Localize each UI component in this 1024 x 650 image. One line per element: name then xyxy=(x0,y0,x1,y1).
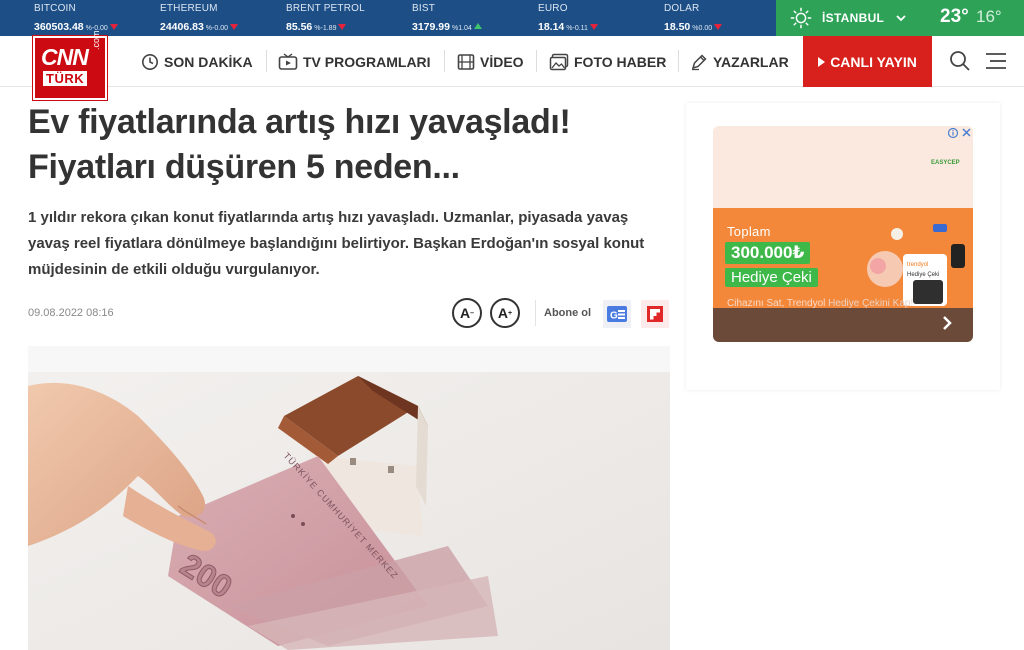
photo-icon xyxy=(549,53,569,70)
divider xyxy=(535,300,536,326)
nav-label: TV PROGRAMLARI xyxy=(303,53,431,70)
ticker-name: EURO xyxy=(538,3,568,14)
ticker-item-brent[interactable]: BRENT PETROL 85.56 %-1.89 xyxy=(252,0,378,36)
weather-city: İSTANBUL xyxy=(822,11,885,25)
minus-icon: – xyxy=(470,309,475,317)
ad-choices-icon[interactable] xyxy=(947,127,973,139)
article-date: 09.08.2022 08:16 xyxy=(28,307,114,319)
ad-banner[interactable]: EASYCEP Toplam 300.000₺ Hediye Çeki tren… xyxy=(713,126,973,342)
ticker-item-bitcoin[interactable]: BITCOIN 360503.48 %-0.00 xyxy=(0,0,126,36)
flipboard-icon xyxy=(647,306,663,322)
ad-amount: 300.000₺ xyxy=(725,242,811,264)
nav-yazarlar[interactable]: YAZARLAR xyxy=(690,36,789,87)
ticker-change: %0.00 xyxy=(692,25,713,32)
cnnturk-logo[interactable]: CNN TÜRK .com xyxy=(33,30,107,100)
nav-son-dakika[interactable]: SON DAKİKA xyxy=(141,36,253,87)
flipboard-button[interactable] xyxy=(641,300,669,328)
font-increase-button[interactable]: A + xyxy=(490,298,520,328)
nav-foto-haber[interactable]: FOTO HABER xyxy=(549,36,666,87)
sun-icon xyxy=(790,7,812,29)
subscribe-label: Abone ol xyxy=(544,307,592,319)
arrow-down-icon xyxy=(714,24,723,30)
ticker-value: 3179.99 xyxy=(412,21,450,33)
ticker-name: BITCOIN xyxy=(34,3,76,14)
logo-turk: TÜRK xyxy=(43,71,88,86)
ticker-value: 360503.48 xyxy=(34,21,84,33)
logo-cnn: CNN xyxy=(41,44,89,70)
play-icon xyxy=(818,56,826,67)
ticker-value: 24406.83 xyxy=(160,21,204,33)
nav-tv-programlari[interactable]: TV PROGRAMLARI xyxy=(278,36,431,87)
nav-divider xyxy=(444,50,445,72)
plus-icon: + xyxy=(508,309,513,317)
film-icon xyxy=(457,53,475,70)
ticker-change: %-1.89 xyxy=(314,25,337,32)
ticker-value: 18.50 xyxy=(664,21,691,33)
font-decrease-button[interactable]: A – xyxy=(452,298,482,328)
live-broadcast-button[interactable]: CANLI YAYIN xyxy=(803,36,932,87)
weather-temp-high: 23° xyxy=(940,6,969,27)
ad-mini-gift: Hediye Çeki xyxy=(907,272,939,278)
pen-icon xyxy=(691,53,707,70)
nav-divider xyxy=(678,50,679,72)
nav-label: VİDEO xyxy=(480,53,524,70)
nav-divider xyxy=(536,50,537,72)
ticker-item-euro[interactable]: EURO 18.14 %-0.11 xyxy=(504,0,630,36)
ad-gift-label: Hediye Çeki xyxy=(725,268,818,287)
ticker-value: 18.14 xyxy=(538,21,565,33)
article-image: TÜRKİYE CUMHURİYET MERKEZ 200 xyxy=(28,346,670,650)
arrow-down-icon xyxy=(589,24,598,30)
article-title: Ev fiyatlarında artış hızı yavaşladı! Fi… xyxy=(28,103,571,186)
ticker-name: BRENT PETROL xyxy=(286,3,365,14)
ad-brand: EASYCEP xyxy=(931,160,960,166)
arrow-down-icon xyxy=(229,24,238,30)
live-label: CANLI YAYIN xyxy=(830,53,917,70)
nav-label: YAZARLAR xyxy=(713,53,789,70)
tv-icon xyxy=(278,52,298,70)
chevron-right-icon[interactable] xyxy=(941,315,953,331)
nav-divider xyxy=(266,50,267,72)
arrow-down-icon xyxy=(109,24,118,30)
menu-icon[interactable] xyxy=(985,50,1007,72)
font-minus-label: A xyxy=(459,305,471,321)
nav-label: FOTO HABER xyxy=(574,53,667,70)
ad-mini-brand: trendyol xyxy=(907,262,928,268)
weather-temp-low: 16° xyxy=(976,7,1002,26)
ticker-name: ETHEREUM xyxy=(160,3,218,14)
article-photo-illustration: TÜRKİYE CUMHURİYET MERKEZ 200 xyxy=(28,346,670,650)
google-news-button[interactable]: G xyxy=(603,300,631,328)
ad-top-band xyxy=(713,126,973,208)
ticker-item-ethereum[interactable]: ETHEREUM 24406.83 %-0.00 xyxy=(126,0,252,36)
search-icon[interactable] xyxy=(949,50,971,72)
weather-widget[interactable]: İSTANBUL 23° 16° xyxy=(776,0,1024,36)
ticker-value: 85.56 xyxy=(286,21,313,33)
clock-icon xyxy=(142,53,158,70)
arrow-up-icon xyxy=(473,23,482,29)
ticker-name: BIST xyxy=(412,3,436,14)
arrow-down-icon xyxy=(338,24,347,30)
google-news-icon: G xyxy=(607,306,627,322)
ad-bottom-band xyxy=(713,308,973,342)
ticker-change: %-0.11 xyxy=(566,25,588,32)
ticker-change: %1.04 xyxy=(451,25,472,32)
article-summary: 1 yıldır rekora çıkan konut fiyatlarında… xyxy=(28,209,645,278)
ticker-item-bist[interactable]: BIST 3179.99 %1.04 xyxy=(378,0,504,36)
font-plus-label: A xyxy=(497,305,509,321)
svg-text:G: G xyxy=(610,311,618,322)
nav-label: SON DAKİKA xyxy=(164,53,253,70)
ticker-name: DOLAR xyxy=(664,3,700,14)
nav-video[interactable]: VİDEO xyxy=(457,36,524,87)
ad-total-label: Toplam xyxy=(727,224,771,239)
chevron-down-icon[interactable] xyxy=(896,14,906,22)
logo-com: .com xyxy=(91,30,101,50)
ticker-change: %-0.00 xyxy=(205,25,228,32)
ticker-item-dolar[interactable]: DOLAR 18.50 %0.00 xyxy=(630,0,756,36)
